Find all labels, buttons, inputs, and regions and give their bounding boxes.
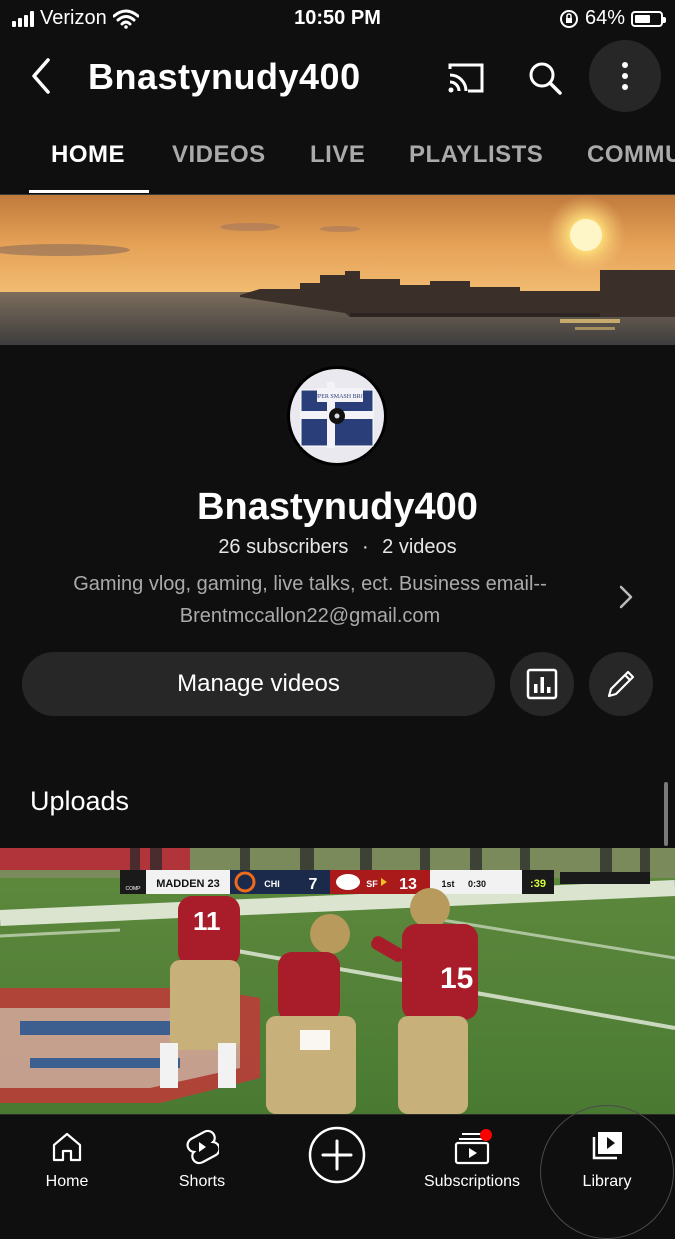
scorebug-playclock: :39 (530, 878, 546, 890)
nav-library-label: Library (582, 1173, 632, 1190)
create-button[interactable] (307, 1125, 367, 1185)
nav-library[interactable]: Library (566, 1115, 648, 1201)
shorts-icon (186, 1129, 219, 1165)
cast-icon (448, 63, 484, 93)
create-plus-icon (308, 1126, 366, 1184)
orientation-lock-icon (559, 9, 578, 28)
stats-separator: · (361, 536, 369, 558)
channel-avatar[interactable]: SUPER SMASH BROS. (287, 366, 387, 466)
active-tab-indicator (29, 190, 149, 193)
back-icon (32, 58, 50, 94)
video-count: 2 videos (382, 536, 457, 558)
nav-home-label: Home (45, 1173, 89, 1190)
scorebug-score1: 7 (309, 876, 318, 893)
nav-shorts[interactable]: Shorts (162, 1115, 242, 1201)
manage-videos-button[interactable]: Manage videos (22, 652, 495, 716)
back-button[interactable] (22, 54, 62, 98)
channel-banner (0, 195, 675, 345)
analytics-icon (526, 668, 558, 700)
description-expand-button[interactable] (612, 582, 640, 612)
edit-channel-button[interactable] (589, 652, 653, 716)
scorebug-clock: 0:30 (468, 879, 486, 889)
battery-icon (631, 10, 666, 27)
jersey-number-15: 15 (440, 962, 473, 995)
page-title: Bnastynudy400 (88, 56, 361, 97)
analytics-button[interactable] (510, 652, 574, 716)
scorebug-game: MADDEN 23 (156, 878, 220, 890)
search-icon (529, 62, 562, 95)
uploads-section-title: Uploads (30, 786, 130, 816)
library-icon (592, 1132, 622, 1160)
subscriber-count: 26 subscribers (218, 536, 349, 558)
nav-home[interactable]: Home (28, 1115, 106, 1201)
jersey-number-11: 11 (193, 906, 221, 936)
battery-percent: 64% (584, 7, 625, 29)
nav-shorts-label: Shorts (178, 1173, 226, 1190)
tab-videos[interactable]: VIDEOS (172, 128, 266, 192)
channel-description[interactable]: Gaming vlog, gaming, live talks, ect. Bu… (30, 568, 590, 632)
channel-stats: 26 subscribers · 2 videos (0, 536, 675, 559)
app-header: Bnastynudy400 (0, 40, 675, 116)
more-options-button[interactable] (589, 40, 661, 112)
scorebug-team2: SF (366, 879, 378, 889)
tab-live[interactable]: LIVE (310, 128, 365, 192)
chevron-right-icon (619, 585, 633, 609)
channel-name: Bnastynudy400 (197, 486, 478, 528)
status-right: 64% (559, 7, 666, 30)
tab-community[interactable]: COMMUNITY (587, 128, 675, 192)
search-button[interactable] (521, 54, 569, 102)
scrollbar[interactable] (664, 782, 668, 846)
pencil-icon (607, 670, 635, 698)
status-bar: Verizon 10:50 PM 64% (0, 0, 675, 38)
tab-home[interactable]: HOME (51, 128, 125, 192)
scorebug-score2: 13 (399, 876, 417, 893)
scorebug-quarter: 1st (441, 879, 454, 889)
nav-subscriptions[interactable]: Subscriptions (412, 1115, 532, 1201)
more-vertical-icon (622, 62, 628, 90)
bottom-navigation: Home Shorts Subscriptions Library (0, 1105, 675, 1239)
nav-subscriptions-label: Subscriptions (423, 1173, 521, 1190)
tab-playlists[interactable]: PLAYLISTS (409, 128, 543, 192)
scorebug-badge: COMP (126, 886, 142, 892)
home-icon (52, 1132, 82, 1162)
cast-button[interactable] (442, 54, 490, 102)
subscriptions-icon (454, 1129, 492, 1165)
avatar-logo-text: SUPER SMASH BROS. (310, 394, 370, 400)
video-thumbnail[interactable]: COMP MADDEN 23 CHI 7 SF 13 1st 0:30 :39 … (0, 848, 675, 1114)
scorebug-team1: CHI (264, 879, 280, 889)
channel-tabs: HOME VIDEOS LIVE PLAYLISTS COMMUNITY (0, 128, 675, 195)
